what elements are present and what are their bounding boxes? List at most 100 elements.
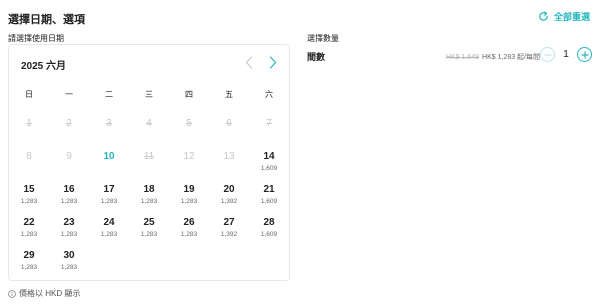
calendar-day: 10 [89, 142, 129, 175]
calendar-day[interactable]: 26 1,283 [169, 208, 209, 241]
quantity-value: 1 [563, 49, 569, 60]
current-price: HK$ 1,283 起/每間 [482, 54, 540, 61]
calendar-day: 5 [169, 109, 209, 142]
day-number: 30 [63, 250, 75, 261]
calendar-day: 9 [49, 142, 89, 175]
calendar-day: 3 [89, 109, 129, 142]
day-price: 1,283 [140, 231, 158, 238]
plus-icon [580, 50, 589, 59]
day-number: 7 [266, 118, 272, 129]
weekday-label: 一 [65, 90, 73, 99]
calendar-day[interactable]: 25 1,283 [129, 208, 169, 241]
day-price: 1,609 [260, 165, 278, 172]
day-price: 1,609 [260, 198, 278, 205]
day-number: 19 [183, 184, 195, 195]
weekday-label: 四 [185, 90, 193, 99]
calendar-day[interactable]: 29 1,283 [9, 241, 49, 274]
day-number: 4 [146, 118, 152, 129]
decrease-quantity-button[interactable] [540, 47, 555, 62]
quantity-stepper: 1 [540, 47, 592, 62]
calendar-day: 4 [129, 109, 169, 142]
day-price: 1,283 [180, 198, 198, 205]
calendar-day[interactable]: 23 1,283 [49, 208, 89, 241]
calendar-day: 11 [129, 142, 169, 175]
original-price: HK$ 1,649 [445, 54, 480, 61]
calendar-day: 12 [169, 142, 209, 175]
calendar-week: 1 2 3 4 5 6 7 [9, 109, 289, 142]
day-number: 10 [103, 151, 115, 162]
room-pricing: HK$ 1,649 HK$ 1,283 起/每間 [446, 52, 540, 62]
day-price: 1,283 [100, 198, 118, 205]
day-number: 18 [143, 184, 155, 195]
increase-quantity-button[interactable] [577, 47, 592, 62]
calendar-day[interactable]: 20 1,392 [209, 175, 249, 208]
day-price: 1,283 [100, 231, 118, 238]
day-price: 1,392 [220, 231, 238, 238]
day-number: 12 [183, 151, 195, 162]
day-price: 1,392 [220, 198, 238, 205]
reset-all-label: 全部重選 [553, 12, 590, 22]
chevron-right-icon [269, 55, 277, 69]
calendar-day[interactable]: 15 1,283 [9, 175, 49, 208]
weekday-label: 三 [145, 90, 153, 99]
day-number: 15 [23, 184, 35, 195]
currency-note-text: 價格以 HKD 顯示 [19, 289, 81, 298]
calendar-day[interactable]: 21 1,609 [249, 175, 289, 208]
calendar-day[interactable]: 27 1,392 [209, 208, 249, 241]
calendar-grid: 1 2 3 4 5 6 7 8 9 10 11 12 13 14 1,609 15 1,283 16 1,283 17… [9, 109, 289, 274]
calendar-empty-cell [209, 241, 249, 274]
quantity-section-label: 選擇數量 [307, 34, 339, 43]
calendar-header: 2025 六月 [9, 45, 289, 79]
day-number: 29 [23, 250, 35, 261]
calendar-day: 7 [249, 109, 289, 142]
currency-note: 價格以 HKD 顯示 [8, 288, 80, 299]
room-count-label: 間數 [307, 52, 326, 62]
day-price: 1,283 [20, 198, 38, 205]
calendar-day: 2 [49, 109, 89, 142]
day-number: 24 [103, 217, 115, 228]
weekday-label: 六 [265, 90, 273, 99]
day-number: 21 [263, 184, 275, 195]
calendar-week: 15 1,283 16 1,283 17 1,283 18 1,283 19 1,283 20 1,3… [9, 175, 289, 208]
day-number: 5 [186, 118, 192, 129]
day-price: 1,609 [260, 231, 278, 238]
calendar-day: 6 [209, 109, 249, 142]
day-number: 27 [223, 217, 235, 228]
weekday-header: 日一二三四五六 [9, 89, 289, 100]
calendar-day: 13 [209, 142, 249, 175]
calendar-day[interactable]: 22 1,283 [9, 208, 49, 241]
calendar-week: 29 1,283 30 1,283 [9, 241, 289, 274]
day-number: 8 [26, 151, 32, 162]
day-number: 9 [66, 151, 72, 162]
calendar-day[interactable]: 28 1,609 [249, 208, 289, 241]
calendar-empty-cell [129, 241, 169, 274]
prev-month-button[interactable] [242, 54, 256, 70]
calendar-day[interactable]: 16 1,283 [49, 175, 89, 208]
day-number: 26 [183, 217, 195, 228]
calendar-day: 1 [9, 109, 49, 142]
day-number: 20 [223, 184, 235, 195]
calendar-empty-cell [89, 241, 129, 274]
minus-icon [543, 53, 552, 56]
day-number: 23 [63, 217, 75, 228]
weekday-label: 二 [105, 90, 113, 99]
day-number: 2 [66, 118, 72, 129]
calendar-day: 8 [9, 142, 49, 175]
day-number: 16 [63, 184, 75, 195]
reset-all-button[interactable]: 全部重選 [538, 10, 590, 23]
calendar-empty-cell [169, 241, 209, 274]
calendar-week: 8 9 10 11 12 13 14 1,609 [9, 142, 289, 175]
day-number: 3 [106, 118, 112, 129]
day-number: 22 [23, 217, 35, 228]
next-month-button[interactable] [266, 54, 280, 70]
calendar-day[interactable]: 19 1,283 [169, 175, 209, 208]
calendar-day[interactable]: 18 1,283 [129, 175, 169, 208]
info-icon [8, 289, 16, 298]
calendar-day[interactable]: 14 1,609 [249, 142, 289, 175]
day-number: 25 [143, 217, 155, 228]
calendar-day[interactable]: 24 1,283 [89, 208, 129, 241]
calendar-day[interactable]: 17 1,283 [89, 175, 129, 208]
day-price: 1,283 [180, 231, 198, 238]
day-price: 1,283 [60, 231, 78, 238]
calendar-day[interactable]: 30 1,283 [49, 241, 89, 274]
